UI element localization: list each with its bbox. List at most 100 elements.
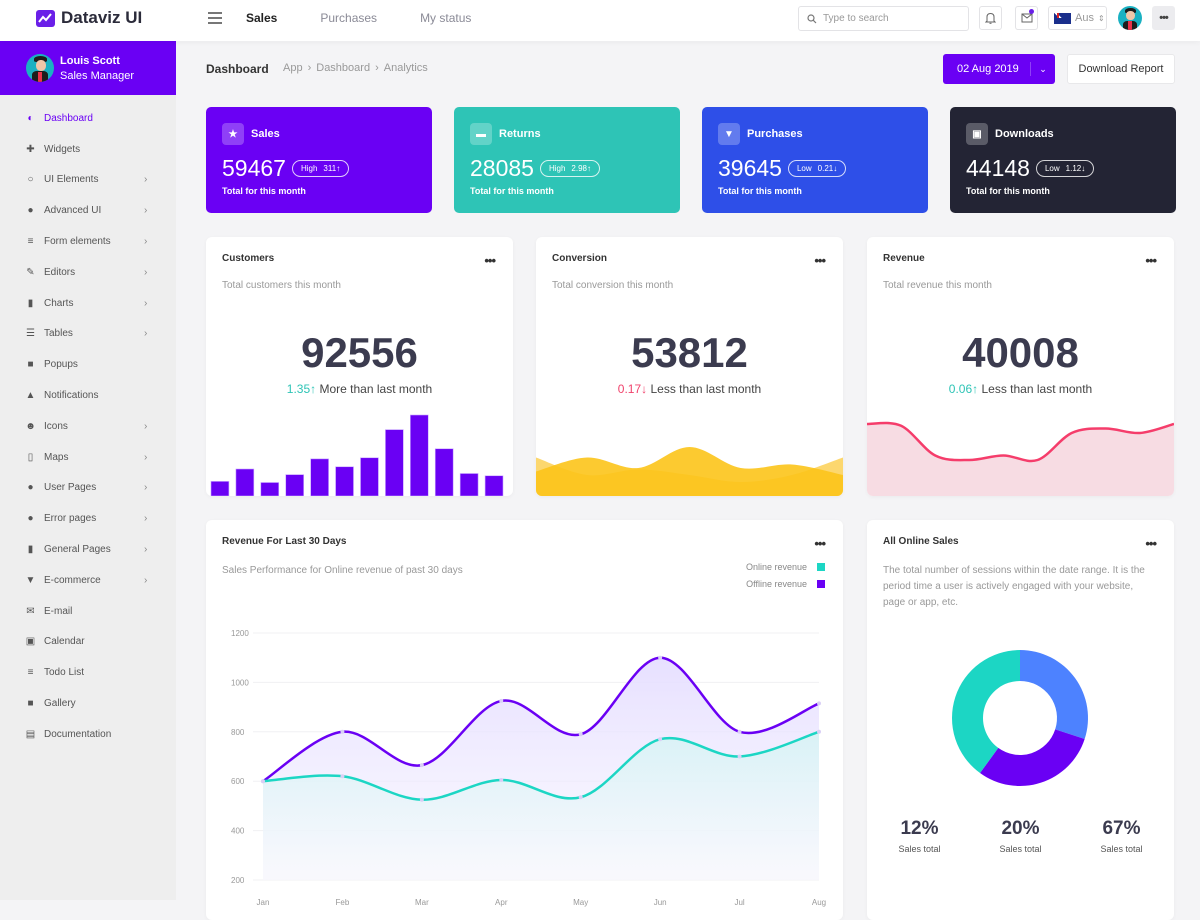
sidebar-item-error-pages[interactable]: ● Error pages › <box>0 503 176 534</box>
sidebar-item-editors[interactable]: ✎ Editors › <box>0 257 176 288</box>
card-menu-icon[interactable]: ••• <box>1145 253 1157 268</box>
stat-card-sales[interactable]: ★ Sales 59467 High 311↑ Total for this month <box>206 107 432 213</box>
sidebar-item-maps[interactable]: ▯ Maps › <box>0 442 176 473</box>
date-picker-button[interactable]: 02 Aug 2019 ⌄ <box>943 54 1055 84</box>
bar[interactable] <box>360 457 379 496</box>
card-subtitle: Sales Performance for Online revenue of … <box>222 565 463 576</box>
search-input[interactable] <box>823 13 953 24</box>
legend-item[interactable]: Online revenue <box>746 562 825 572</box>
bar[interactable] <box>335 466 354 496</box>
sidebar-item-popups[interactable]: ■ Popups <box>0 349 176 380</box>
bar[interactable] <box>310 458 329 496</box>
tab-my-status[interactable]: My status <box>420 11 471 25</box>
data-point[interactable] <box>737 729 742 734</box>
sidebar-item-form-elements[interactable]: ≡ Form elements › <box>0 226 176 257</box>
more-options-button[interactable]: ••• <box>1152 6 1175 30</box>
stat-card-downloads[interactable]: ▣ Downloads 44148 Low 1.12↓ Total for this mo… <box>950 107 1176 213</box>
breadcrumb-item[interactable]: App <box>283 62 303 74</box>
chevron-down-icon[interactable]: ⌄ <box>1031 64 1055 75</box>
stat-label: Returns <box>499 128 541 140</box>
bar[interactable] <box>410 414 429 496</box>
sidebar-item-tables[interactable]: ☰ Tables › <box>0 319 176 350</box>
data-point[interactable] <box>817 729 821 734</box>
sidebar-item-general-pages[interactable]: ▮ General Pages › <box>0 534 176 565</box>
stat-value: 44148 <box>966 155 1030 181</box>
card-menu-icon[interactable]: ••• <box>814 253 826 268</box>
language-select[interactable]: Aus ⇕ <box>1048 6 1107 30</box>
sidebar-item-user-pages[interactable]: ● User Pages › <box>0 473 176 504</box>
x-tick-label: Jul <box>734 898 744 907</box>
sidebar-item-documentation[interactable]: ▤ Documentation <box>0 719 176 750</box>
menu-toggle-icon[interactable] <box>208 12 222 24</box>
tab-purchases[interactable]: Purchases <box>320 11 377 25</box>
bar[interactable] <box>260 482 280 497</box>
data-point[interactable] <box>499 777 504 782</box>
logo[interactable]: Dataviz UI <box>36 8 142 28</box>
bell-icon <box>985 12 996 24</box>
y-tick-label: 200 <box>231 876 245 885</box>
sidebar-item-calendar[interactable]: ▣ Calendar <box>0 627 176 658</box>
tab-sales[interactable]: Sales <box>246 11 277 25</box>
sidebar-item-gallery[interactable]: ■ Gallery <box>0 688 176 719</box>
user-avatar[interactable] <box>1118 6 1142 30</box>
sidebar-item-advanced-ui[interactable]: ● Advanced UI › <box>0 195 176 226</box>
data-point[interactable] <box>419 797 424 802</box>
card-description: The total number of sessions within the … <box>883 565 1145 608</box>
sidebar-item-charts[interactable]: ▮ Charts › <box>0 288 176 319</box>
card-menu-icon[interactable]: ••• <box>484 253 496 268</box>
data-point[interactable] <box>578 795 583 800</box>
sidebar-item-ui-elements[interactable]: ○ UI Elements › <box>0 165 176 196</box>
bar[interactable] <box>210 481 230 496</box>
chevron-right-icon: › <box>144 482 148 494</box>
data-point[interactable] <box>419 763 424 768</box>
data-point[interactable] <box>578 732 583 737</box>
bar[interactable] <box>385 429 404 496</box>
bar[interactable] <box>434 448 454 496</box>
y-tick-label: 600 <box>231 777 245 786</box>
breadcrumb-separator: › <box>375 62 379 74</box>
data-point[interactable] <box>340 729 345 734</box>
sidebar-item-notifications[interactable]: ▲ Notifications <box>0 380 176 411</box>
breadcrumb-item[interactable]: Dashboard <box>316 62 370 74</box>
arrow-up-icon: ↑ <box>310 382 317 396</box>
data-point[interactable] <box>261 779 265 784</box>
stat-card-purchases[interactable]: ▼ Purchases 39645 Low 0.21↓ Total for this mo… <box>702 107 928 213</box>
bar[interactable] <box>459 473 479 497</box>
sidebar-item-label: Maps <box>44 451 69 463</box>
notifications-button[interactable] <box>979 6 1002 30</box>
card-subtitle: Total revenue this month <box>883 280 992 291</box>
conversion-area-chart <box>536 447 843 496</box>
download-report-button[interactable]: Download Report <box>1067 54 1175 84</box>
sidebar-item-label: E-mail <box>44 605 73 617</box>
sidebar-item-icons[interactable]: ☻ Icons › <box>0 411 176 442</box>
donut-slice[interactable] <box>980 729 1085 786</box>
sidebar-item-label: Calendar <box>44 636 85 648</box>
bar[interactable] <box>484 475 504 496</box>
data-point[interactable] <box>340 774 345 779</box>
customers-bar-chart <box>210 414 504 497</box>
bar[interactable] <box>235 468 255 496</box>
sidebar-item-label: Icons <box>44 420 68 432</box>
sidebar-item-todo-list[interactable]: ≡ Todo List <box>0 657 176 688</box>
messages-button[interactable] <box>1015 6 1038 30</box>
legend-item[interactable]: Offline revenue <box>746 579 825 589</box>
card-menu-icon[interactable]: ••• <box>814 536 826 551</box>
sidebar-item-dashboard[interactable]: ◐ Dashboard <box>0 103 176 134</box>
card-menu-icon[interactable]: ••• <box>1145 536 1157 551</box>
sidebar-item-widgets[interactable]: ✚ Widgets <box>0 134 176 165</box>
donut-slice[interactable] <box>1020 650 1088 740</box>
sidebar-item-e-commerce[interactable]: ▼ E-commerce › <box>0 565 176 596</box>
data-point[interactable] <box>658 655 663 660</box>
sidebar-item-label: Charts <box>44 297 74 309</box>
data-point[interactable] <box>737 754 742 759</box>
calendar-icon: ▣ <box>25 636 36 648</box>
bar[interactable] <box>285 474 304 496</box>
sidebar-item-e-mail[interactable]: ✉ E-mail <box>0 596 176 627</box>
data-point[interactable] <box>499 698 504 703</box>
stat-card-returns[interactable]: ▬ Returns 28085 High 2.98↑ Total for this mon… <box>454 107 680 213</box>
trend-arrow-icon: ↑ <box>587 164 591 173</box>
arrow-down-icon: ↓ <box>641 382 648 396</box>
data-point[interactable] <box>817 701 821 706</box>
data-point[interactable] <box>658 737 663 742</box>
shield-icon: ◐ <box>27 112 34 124</box>
